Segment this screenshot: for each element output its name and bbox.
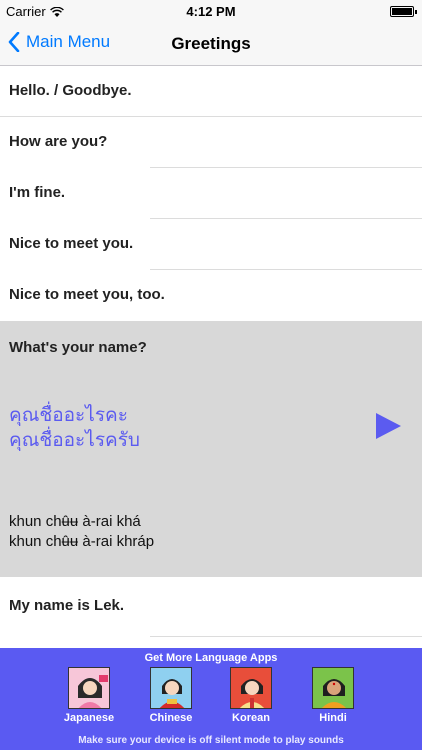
silent-mode-notice: Make sure your device is off silent mode…	[78, 735, 344, 746]
phrase-text: Nice to meet you, too.	[9, 286, 165, 303]
phrase-text: I'm fine.	[9, 184, 66, 201]
phrase-row[interactable]: How are you?	[0, 117, 422, 168]
thai-translation: คุณชื่ออะไรคะ คุณชื่ออะไรครับ	[9, 403, 140, 453]
phrase-row-expanded[interactable]: What's your name? คุณชื่ออะไรคะ คุณชื่ออ…	[0, 321, 422, 577]
phrase-row[interactable]: I'm fine.	[0, 168, 422, 219]
page-title: Greetings	[171, 34, 251, 53]
phrase-row[interactable]: Nice to meet you, too.	[0, 270, 422, 321]
status-time: 4:12 PM	[186, 4, 236, 19]
phrase-text: How are you?	[9, 133, 108, 150]
phrase-text: My name is Lek.	[9, 597, 125, 614]
thai-male: คุณชื่ออะไรครับ	[9, 429, 140, 451]
translit-female: khun chʉ̂ʉ à-rai khá	[9, 513, 141, 530]
app-chinese[interactable]: Chinese	[136, 667, 206, 724]
app-hindi[interactable]: Hindi	[298, 667, 368, 724]
app-japanese[interactable]: Japanese	[54, 667, 124, 724]
more-apps-banner[interactable]: Get More Language Apps Japanese Chinese	[0, 648, 422, 750]
translit-male: khun chʉ̂ʉ à-rai khráp	[9, 533, 155, 550]
phrase-row[interactable]: Nice to meet you.	[0, 219, 422, 270]
battery-icon	[390, 6, 417, 17]
play-icon[interactable]	[375, 413, 401, 439]
banner-title: Get More Language Apps	[144, 652, 278, 664]
hindi-app-icon	[312, 667, 354, 709]
app-label: Chinese	[149, 712, 193, 724]
japanese-app-icon	[68, 667, 110, 709]
phrase-text: Nice to meet you.	[9, 235, 134, 252]
thai-female: คุณชื่ออะไรคะ	[9, 404, 128, 426]
navigation-bar: Main Menu Greetings	[0, 22, 422, 66]
phrase-text: Hello. / Goodbye.	[9, 82, 132, 99]
status-bar: Carrier 4:12 PM	[0, 0, 422, 22]
app-label: Hindi	[319, 712, 347, 724]
phrase-row[interactable]: Hello. / Goodbye.	[0, 66, 422, 117]
transliteration: khun chʉ̂ʉ à-rai khá khun chʉ̂ʉ à-rai kh…	[9, 512, 154, 552]
app-korean[interactable]: Korean	[216, 667, 286, 724]
app-label: Korean	[232, 712, 270, 724]
korean-app-icon	[230, 667, 272, 709]
phrase-text: What's your name?	[9, 339, 147, 356]
phrase-list: Hello. / Goodbye. How are you? I'm fine.…	[0, 66, 422, 648]
phrase-row[interactable]: My name is Lek.	[0, 577, 422, 637]
app-label: Japanese	[63, 712, 115, 724]
chinese-app-icon	[150, 667, 192, 709]
